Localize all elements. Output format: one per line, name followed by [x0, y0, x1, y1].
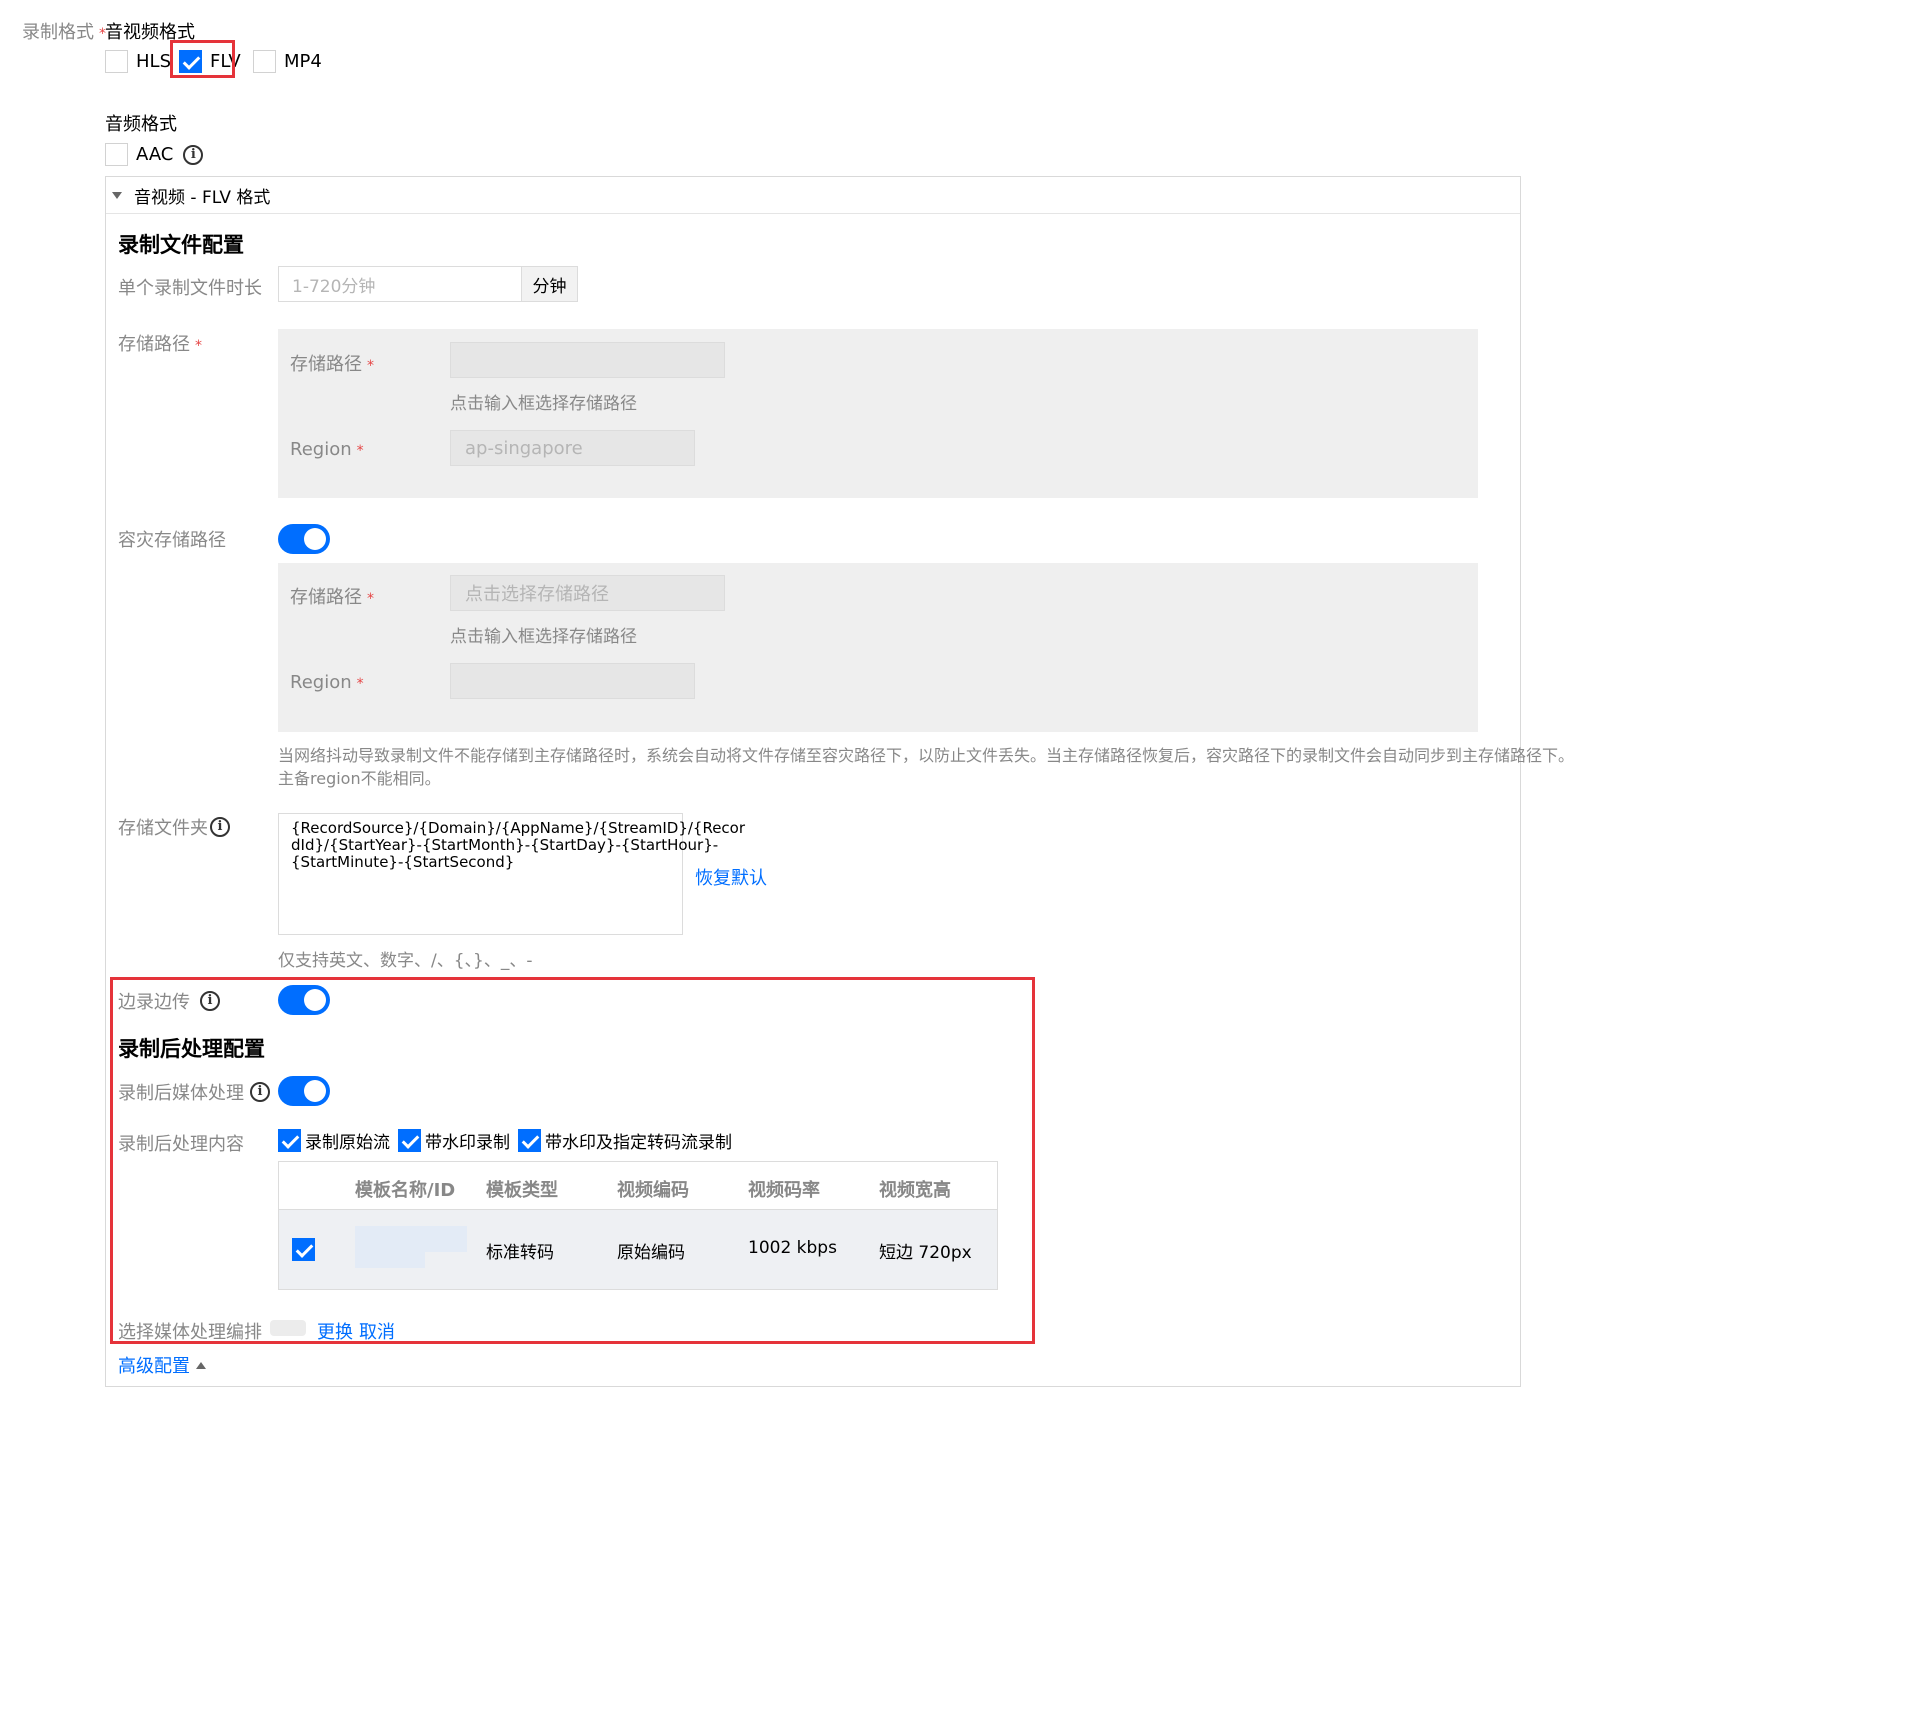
hls-label: HLS — [136, 51, 171, 72]
info-icon[interactable]: i — [200, 991, 220, 1011]
row-checkbox[interactable] — [292, 1238, 315, 1261]
storage-path-input[interactable] — [450, 342, 725, 378]
panel-header[interactable]: 音视频 - FLV 格式 — [106, 177, 1520, 214]
backup-storage-input[interactable]: 点击选择存储路径 — [450, 575, 725, 611]
post-config-title: 录制后处理配置 — [118, 1037, 265, 1061]
edge-record-toggle[interactable] — [278, 985, 330, 1015]
folder-textarea[interactable]: {RecordSource}/{Domain}/{AppName}/{Strea… — [278, 813, 746, 935]
cell-bitrate: 1002 kbps — [748, 1238, 837, 1258]
storage-path-label: 存储路径 * — [118, 334, 202, 355]
hls-checkbox-box[interactable] — [105, 50, 128, 73]
watermark-label: 带水印录制 — [425, 1133, 510, 1153]
folder-line: {RecordSource}/{Domain}/{AppName}/{Strea… — [291, 819, 746, 837]
watermark-checkbox[interactable]: 带水印录制 — [398, 1128, 510, 1153]
info-icon[interactable]: i — [210, 817, 230, 837]
folder-hint: 仅支持英文、数字、/、{、}、_、- — [278, 951, 533, 971]
cancel-link[interactable]: 取消 — [359, 1318, 395, 1344]
collapse-arrow-icon[interactable] — [112, 191, 122, 199]
flv-highlight-box — [170, 40, 235, 78]
region-input[interactable]: ap-singapore — [450, 430, 695, 466]
watermark-transcode-label: 带水印及指定转码流录制 — [545, 1133, 732, 1153]
cell-type: 标准转码 — [486, 1243, 554, 1263]
folder-label: 存储文件夹 i — [118, 814, 230, 840]
post-media-toggle[interactable] — [278, 1076, 330, 1106]
col-header-bitrate: 视频码率 — [748, 1180, 820, 1201]
duration-label: 单个录制文件时长 — [118, 278, 262, 299]
duration-unit: 分钟 — [521, 266, 578, 302]
watermark-transcode-checkbox[interactable]: 带水印及指定转码流录制 — [518, 1128, 732, 1153]
info-icon[interactable]: i — [250, 1082, 270, 1102]
hls-checkbox[interactable]: HLS — [105, 50, 171, 73]
aac-checkbox[interactable]: AAC i — [105, 143, 204, 166]
backup-storage-toggle[interactable] — [278, 524, 330, 554]
col-header-size: 视频宽高 — [879, 1180, 951, 1201]
storage-path-hint: 点击输入框选择存储路径 — [450, 394, 637, 414]
audio-format-title: 音频格式 — [105, 114, 177, 135]
caret-up-icon — [196, 1361, 206, 1369]
template-table-header: 模板名称/ID 模板类型 视频编码 视频码率 视频宽高 — [279, 1162, 997, 1210]
watermark-box[interactable] — [398, 1129, 421, 1152]
folder-line: dId}/{StartYear}-{StartMonth}-{StartDay}… — [291, 836, 719, 854]
col-header-codec: 视频编码 — [617, 1180, 689, 1201]
record-original-label: 录制原始流 — [305, 1133, 390, 1153]
region-label: Region * — [290, 439, 364, 460]
duration-input[interactable]: 1-720分钟 — [278, 266, 522, 302]
panel-header-title: 音视频 - FLV 格式 — [134, 187, 271, 208]
record-original-checkbox[interactable]: 录制原始流 — [278, 1128, 390, 1153]
watermark-transcode-box[interactable] — [518, 1129, 541, 1152]
template-table: 模板名称/ID 模板类型 视频编码 视频码率 视频宽高 标准转码 原始编码 10… — [278, 1161, 998, 1290]
folder-line: {StartMinute}-{StartSecond} — [291, 853, 515, 871]
backup-storage-label: 容灾存储路径 — [118, 530, 226, 551]
mp4-checkbox[interactable]: MP4 — [253, 50, 322, 73]
post-media-label: 录制后媒体处理 i — [118, 1079, 270, 1105]
cell-size: 短边 720px — [879, 1243, 972, 1263]
media-arrange-label: 选择媒体处理编排 — [118, 1322, 262, 1343]
col-header-type: 模板类型 — [486, 1180, 558, 1201]
backup-inner-storage-label: 存储路径 * — [290, 587, 374, 608]
replace-link[interactable]: 更换 — [317, 1318, 353, 1344]
backup-storage-hint: 点击输入框选择存储路径 — [450, 627, 637, 647]
aac-checkbox-box[interactable] — [105, 143, 128, 166]
template-name-redacted — [355, 1226, 467, 1252]
record-original-box[interactable] — [278, 1129, 301, 1152]
mp4-checkbox-box[interactable] — [253, 50, 276, 73]
col-header-name: 模板名称/ID — [355, 1180, 456, 1201]
template-id-redacted — [355, 1252, 425, 1268]
backup-region-input[interactable] — [450, 663, 695, 699]
cell-codec: 原始编码 — [617, 1243, 685, 1263]
post-content-label: 录制后处理内容 — [118, 1134, 244, 1155]
advanced-config-toggle[interactable]: 高级配置 — [118, 1352, 206, 1378]
restore-default-link[interactable]: 恢复默认 — [695, 864, 767, 890]
table-row[interactable]: 标准转码 原始编码 1002 kbps 短边 720px — [279, 1210, 997, 1289]
mp4-label: MP4 — [284, 51, 322, 72]
backup-note-line1: 当网络抖动导致录制文件不能存储到主存储路径时，系统会自动将文件存储至容灾路径下，… — [278, 746, 1575, 765]
backup-note-line2: 主备region不能相同。 — [278, 769, 441, 788]
backup-region-label: Region * — [290, 672, 364, 693]
aac-label: AAC — [136, 144, 174, 165]
info-icon[interactable]: i — [183, 144, 204, 165]
file-config-title: 录制文件配置 — [118, 233, 244, 257]
media-arrange-value-redacted — [270, 1320, 306, 1336]
record-format-label: 录制格式 * — [22, 22, 106, 43]
edge-record-label: 边录边传 i — [118, 988, 220, 1014]
inner-storage-label: 存储路径 * — [290, 354, 374, 375]
advanced-config-link[interactable]: 高级配置 — [118, 1352, 190, 1378]
